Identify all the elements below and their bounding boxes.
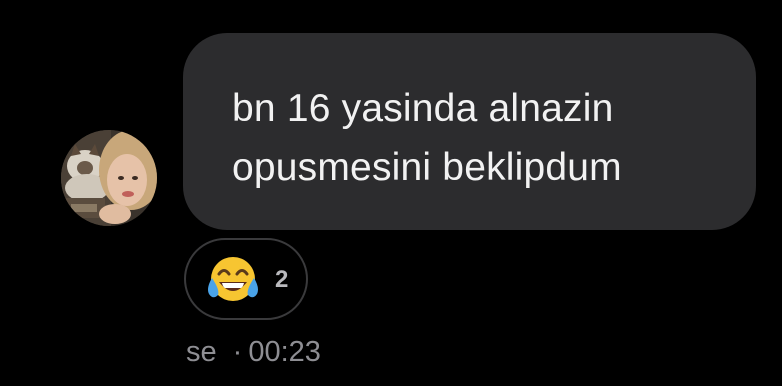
face-with-tears-of-joy-icon <box>208 257 258 301</box>
sender-name: se <box>186 336 217 368</box>
sender-avatar[interactable] <box>61 130 157 226</box>
message-line: bn 16 yasinda alnazin <box>232 87 614 130</box>
message-meta: se · 00:23 <box>186 336 321 369</box>
avatar-photo <box>61 130 157 226</box>
reaction-pill[interactable]: 2 <box>184 238 308 320</box>
meta-separator: · <box>232 336 243 368</box>
message-line: opusmesini beklipdum <box>232 146 622 189</box>
reaction-count: 2 <box>275 266 289 293</box>
message-text: bn 16 yasinda alnazin opusmesini beklipd… <box>232 79 726 197</box>
message-bubble[interactable]: bn 16 yasinda alnazin opusmesini beklipd… <box>183 33 756 230</box>
timestamp: 00:23 <box>248 336 321 368</box>
